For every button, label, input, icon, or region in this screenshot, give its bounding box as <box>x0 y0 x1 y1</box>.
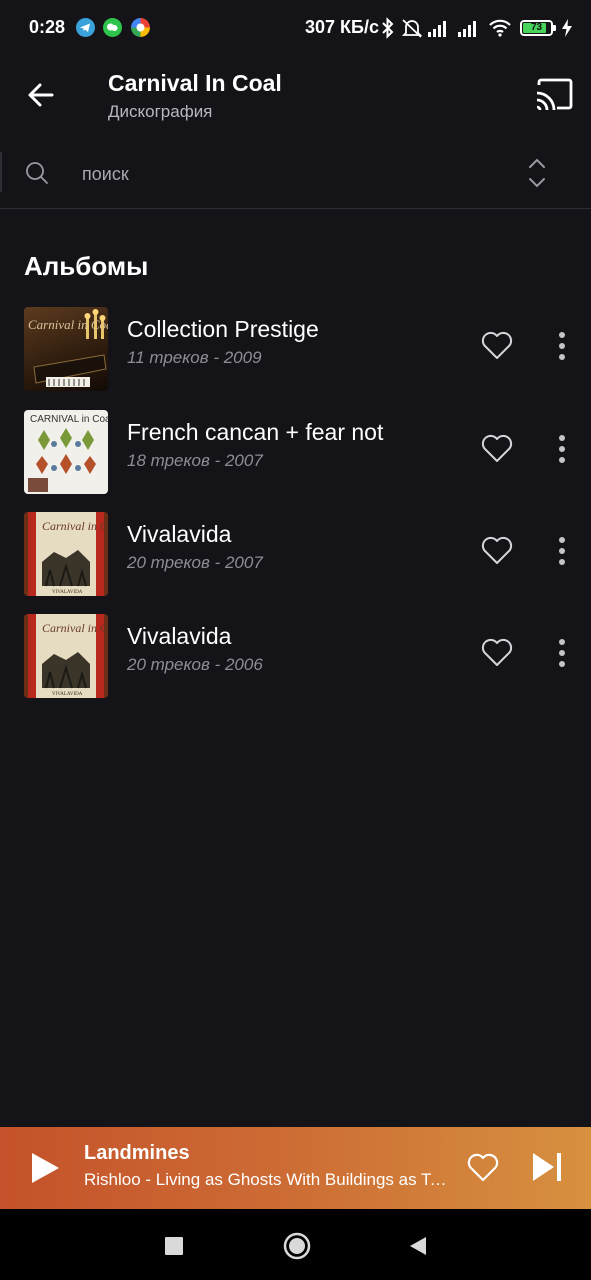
battery-nub <box>553 25 556 31</box>
cover-text-bottom: VIVALAVIDA <box>52 692 83 697</box>
back-arrow-icon[interactable] <box>22 76 62 116</box>
album-cover: Carnival in Coal VIVALAVIDA <box>24 512 108 596</box>
network-speed: 307 КБ/с <box>305 17 379 37</box>
cover-text: Carnival in Coal <box>42 519 108 533</box>
telegram-icon <box>76 18 95 37</box>
more-vertical-icon[interactable] <box>550 329 574 363</box>
heart-icon[interactable] <box>466 1151 500 1183</box>
charging-icon <box>562 19 572 37</box>
heart-icon[interactable] <box>480 432 514 464</box>
cover-artwork: Carnival in Coal VIVALAVIDA <box>24 512 108 596</box>
system-nav-bar <box>0 1209 591 1280</box>
album-item[interactable]: Carnival in Coal Collection Prestige 11 … <box>0 301 591 397</box>
skip-next-icon[interactable] <box>530 1149 564 1185</box>
page-subtitle: Дискография <box>108 102 213 121</box>
signal-icon <box>428 21 446 37</box>
more-vertical-icon[interactable] <box>550 636 574 670</box>
album-cover: Carnival in Coal <box>24 307 108 391</box>
bluetooth-icon <box>382 17 394 39</box>
recents-icon[interactable] <box>165 1237 183 1255</box>
heart-icon[interactable] <box>480 636 514 668</box>
more-vertical-icon[interactable] <box>550 432 574 466</box>
search-bar <box>0 140 591 209</box>
alarm-off-icon <box>401 19 423 38</box>
heart-icon[interactable] <box>480 534 514 566</box>
album-item[interactable]: Carnival in Coal VIVALAVIDA Vivalavida 2… <box>0 608 591 704</box>
track-artist: Rishloo - Living as Ghosts With Building… <box>84 1170 449 1189</box>
divider <box>0 152 2 192</box>
app-icon <box>131 18 150 37</box>
album-meta: 11 треков - 2009 <box>127 348 262 367</box>
cover-artwork: Carnival in Coal <box>28 309 108 387</box>
album-title: French cancan + fear not <box>127 419 384 445</box>
play-icon[interactable] <box>28 1150 62 1186</box>
album-meta: 18 треков - 2007 <box>127 451 263 470</box>
battery-percent: 73 <box>530 22 543 33</box>
wechat-icon <box>103 18 122 37</box>
status-time: 0:28 <box>29 17 66 37</box>
status-bar: 0:28 307 КБ/с 73 <box>0 0 591 56</box>
page-title: Carnival In Coal <box>108 70 282 96</box>
track-title: Landmines <box>84 1142 190 1164</box>
album-cover: CARNIVAL in Coal <box>24 410 108 494</box>
more-vertical-icon[interactable] <box>550 534 574 568</box>
album-cover: Carnival in Coal VIVALAVIDA <box>24 614 108 698</box>
app-bar: Carnival In Coal Дискография <box>0 56 591 140</box>
search-input[interactable] <box>82 160 482 188</box>
search-icon <box>26 162 48 184</box>
back-triangle-icon[interactable] <box>408 1235 428 1257</box>
album-meta: 20 треков - 2006 <box>127 655 263 674</box>
mini-player[interactable]: Landmines Rishloo - Living as Ghosts Wit… <box>0 1127 591 1209</box>
album-title: Vivalavida <box>127 521 232 547</box>
album-meta: 20 треков - 2007 <box>127 553 263 572</box>
cover-text: CARNIVAL in Coal <box>30 414 108 425</box>
cover-text: Carnival in Coal <box>28 317 108 332</box>
album-item[interactable]: Carnival in Coal VIVALAVIDA Vivalavida 2… <box>0 506 591 602</box>
album-title: Vivalavida <box>127 623 232 649</box>
heart-icon[interactable] <box>480 329 514 361</box>
signal-icon <box>458 21 476 37</box>
sort-icon[interactable] <box>524 156 550 190</box>
cover-artwork: Carnival in Coal VIVALAVIDA <box>24 614 108 698</box>
home-icon[interactable] <box>283 1232 311 1260</box>
cover-artwork: CARNIVAL in Coal <box>28 414 108 492</box>
battery-icon: 73 <box>520 20 556 36</box>
cast-icon[interactable] <box>533 76 575 114</box>
cover-text: Carnival in Coal <box>42 621 108 635</box>
album-title: Collection Prestige <box>127 316 319 342</box>
wifi-icon <box>489 19 511 37</box>
section-title-albums: Альбомы <box>24 251 149 281</box>
cover-text-bottom: VIVALAVIDA <box>52 590 83 595</box>
album-item[interactable]: CARNIVAL in Coal French cancan + fear no… <box>0 404 591 500</box>
